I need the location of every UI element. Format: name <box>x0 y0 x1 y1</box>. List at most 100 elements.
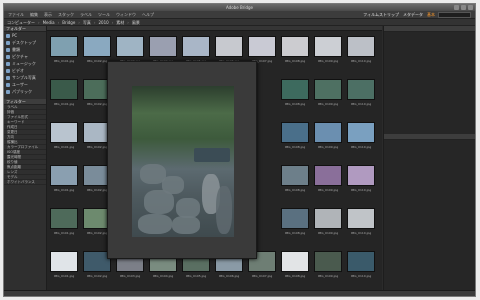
thumbnail[interactable] <box>215 36 243 57</box>
menu-item[interactable]: ヘルプ <box>141 12 155 18</box>
folder-icon <box>6 89 10 94</box>
thumbnail[interactable] <box>347 36 375 57</box>
left-panel: フォルダー PC デスクトップ 書類 ピクチャ ミュージック ビデオ サンプル写真 ユーザーパ… <box>4 26 47 296</box>
sidebar-item-label: ミュージック <box>12 60 36 66</box>
thumbnail[interactable] <box>182 36 210 57</box>
sidebar-item[interactable]: デスクトップ <box>4 39 46 46</box>
bridge-window: Adobe Bridge ファイル 編集 表示 スタック ラベル ツール ウィンドウ ヘルプ … <box>3 3 476 297</box>
menu-item[interactable]: 表示 <box>43 12 53 18</box>
thumbnail-label: IMG_0101.jpg <box>53 274 75 278</box>
thumbnail[interactable] <box>50 251 78 272</box>
thumbnail[interactable] <box>50 36 78 57</box>
window-title: Adobe Bridge <box>226 5 253 10</box>
thumbnail[interactable] <box>83 36 111 57</box>
thumbnail[interactable] <box>281 79 309 100</box>
sidebar-item[interactable]: サンプル写真 <box>4 74 46 81</box>
thumbnail[interactable] <box>314 79 342 100</box>
thumbnail[interactable] <box>281 36 309 57</box>
menu-item[interactable]: スタック <box>57 12 75 18</box>
thumbnail-label: IMG_0102.jpg <box>86 274 108 278</box>
thumbnail-label: IMG_0110.jpg <box>350 102 372 106</box>
sidebar-item[interactable]: ミュージック <box>4 60 46 67</box>
sidebar-item[interactable]: パブリック <box>4 88 46 95</box>
thumbnail-label: IMG_0103.jpg <box>119 274 141 278</box>
sidebar-item[interactable]: PC <box>4 32 46 39</box>
folder-icon <box>6 68 10 73</box>
content-tabs[interactable] <box>47 26 382 31</box>
thumbnail[interactable] <box>314 165 342 186</box>
workspace-tab[interactable]: フィルムストリップ <box>363 12 399 18</box>
menu-item[interactable]: ファイル <box>7 12 25 18</box>
desktop-frame: Adobe Bridge ファイル 編集 表示 スタック ラベル ツール ウィンドウ ヘルプ … <box>0 0 480 300</box>
thumbnail-label: IMG_0110.jpg <box>350 188 372 192</box>
folder-icon <box>6 47 10 52</box>
folder-icon <box>6 75 10 80</box>
thumbnail[interactable] <box>347 79 375 100</box>
thumbnail[interactable] <box>116 36 144 57</box>
sidebar-item-label: ビデオ <box>12 67 24 73</box>
search-input[interactable] <box>438 12 471 18</box>
thumbnail[interactable] <box>50 165 78 186</box>
thumbnail[interactable] <box>281 122 309 143</box>
thumbnail-label: IMG_0108.jpg <box>284 59 306 63</box>
thumbnail-label: IMG_0109.jpg <box>317 188 339 192</box>
thumbnail-label: IMG_0101.jpg <box>53 145 75 149</box>
sidebar-item-label: ピクチャ <box>12 53 28 59</box>
thumbnail[interactable] <box>347 122 375 143</box>
thumbnail[interactable] <box>314 208 342 229</box>
thumbnail-label: IMG_0110.jpg <box>350 59 372 63</box>
preview-panel-body <box>384 32 475 134</box>
thumbnail-label: IMG_0108.jpg <box>284 188 306 192</box>
thumbnail[interactable] <box>281 208 309 229</box>
thumbnail-label: IMG_0110.jpg <box>350 231 372 235</box>
sidebar-item[interactable]: ピクチャ <box>4 53 46 60</box>
thumbnail-label: IMG_0101.jpg <box>53 102 75 106</box>
thumbnail[interactable] <box>50 208 78 229</box>
image-preview-overlay[interactable] <box>107 61 257 259</box>
folder-icon <box>6 54 10 59</box>
metadata-panel-body <box>384 140 475 296</box>
menu-item[interactable]: ツール <box>97 12 111 18</box>
thumbnail[interactable] <box>281 165 309 186</box>
computer-icon <box>6 33 10 38</box>
thumbnail[interactable] <box>281 251 309 272</box>
thumbnail-label: IMG_0101.jpg <box>53 188 75 192</box>
thumbnail[interactable] <box>347 165 375 186</box>
maximize-button[interactable] <box>461 5 466 10</box>
thumbnail[interactable] <box>149 36 177 57</box>
thumbnail-label: IMG_0109.jpg <box>317 102 339 106</box>
thumbnail-label: IMG_0108.jpg <box>284 231 306 235</box>
thumbnail-label: IMG_0110.jpg <box>350 145 372 149</box>
sidebar-item-label: デスクトップ <box>12 39 36 45</box>
thumbnail-label: IMG_0109.jpg <box>317 274 339 278</box>
thumbnail[interactable] <box>314 36 342 57</box>
right-panel <box>383 26 475 296</box>
menu-item[interactable]: ウィンドウ <box>115 12 137 18</box>
thumbnail[interactable] <box>50 79 78 100</box>
menu-bar: ファイル 編集 表示 スタック ラベル ツール ウィンドウ ヘルプ フィルムストリップ メタデー… <box>4 11 475 19</box>
thumbnail-label: IMG_0108.jpg <box>284 274 306 278</box>
workspace-tab[interactable]: 基本 <box>427 12 435 18</box>
menu-item[interactable]: 編集 <box>29 12 39 18</box>
thumbnail-label: IMG_0106.jpg <box>218 274 240 278</box>
filter-row[interactable]: ホワイトバランス <box>4 180 46 185</box>
thumbnail-label: IMG_0101.jpg <box>53 231 75 235</box>
title-bar[interactable]: Adobe Bridge <box>4 4 475 11</box>
workspace-tab[interactable]: メタデータ <box>403 12 423 18</box>
thumbnail[interactable] <box>314 122 342 143</box>
thumbnail-label: IMG_0109.jpg <box>317 59 339 63</box>
thumbnail[interactable] <box>314 251 342 272</box>
thumbnail[interactable] <box>347 251 375 272</box>
sidebar-item-label: サンプル写真 <box>12 74 36 80</box>
thumbnail[interactable] <box>248 36 276 57</box>
minimize-button[interactable] <box>454 5 459 10</box>
thumbnail[interactable] <box>50 122 78 143</box>
sidebar-item[interactable]: ユーザー <box>4 81 46 88</box>
sidebar-item[interactable]: 書類 <box>4 46 46 53</box>
sidebar-item[interactable]: ビデオ <box>4 67 46 74</box>
menu-item[interactable]: ラベル <box>79 12 93 18</box>
folder-icon <box>6 61 10 66</box>
thumbnail[interactable] <box>347 208 375 229</box>
status-bar <box>4 290 475 296</box>
close-button[interactable] <box>468 5 473 10</box>
